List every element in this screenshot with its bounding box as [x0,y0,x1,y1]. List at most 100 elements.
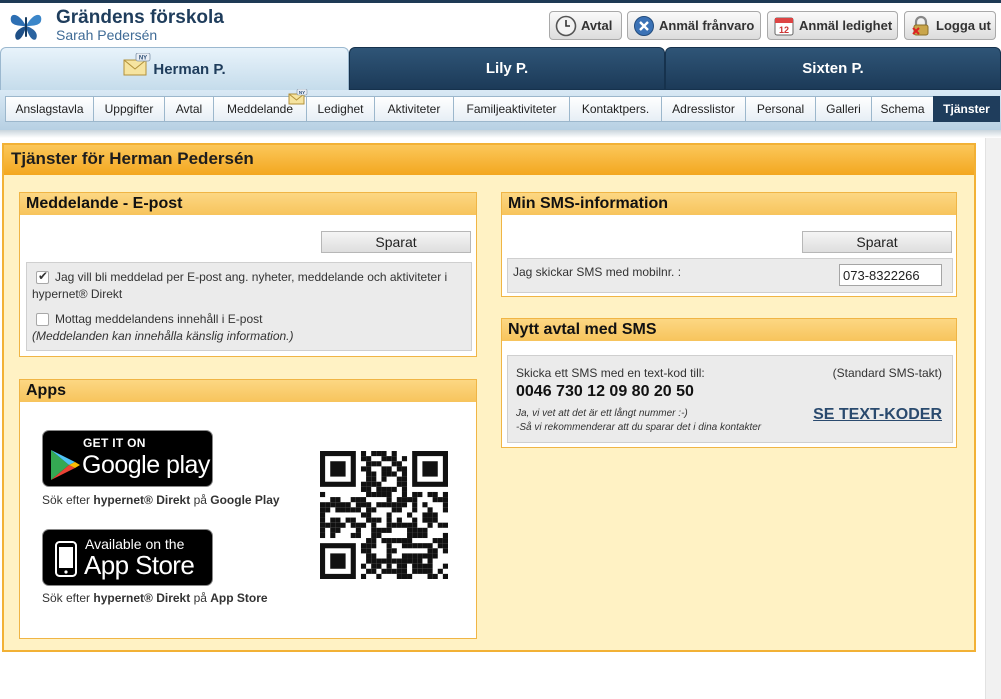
qr-module [355,527,361,533]
new-mail-icon: NY [123,53,151,76]
qr-module [371,543,377,549]
sms-phone-input[interactable] [839,264,942,286]
qr-module [376,502,382,508]
nav-schema[interactable]: Schema [871,96,933,122]
services-panel-header: Tjänster för Herman Pedersén [4,145,974,175]
anmal-franvaro-button[interactable]: Anmäl frånvaro [627,11,761,40]
qr-module [386,456,392,462]
child-tab-sixten[interactable]: Sixten P. [665,47,1001,90]
child-tab-herman[interactable]: NY Herman P. [0,47,349,90]
anmal-ledighet-label: Anmäl ledighet [799,18,893,33]
qr-module [345,502,351,508]
subnav: Anslagstavla Uppgifter Avtal Meddelande … [5,89,1000,122]
nav-personal[interactable]: Personal [745,96,815,122]
qr-module [355,507,361,513]
qr-module [396,522,402,528]
sms-info-header: Min SMS-information [502,193,956,215]
email-settings-box: Meddelande - E-post Sparat Jag vill bli … [19,192,477,357]
nav-meddelande[interactable]: Meddelande NY [213,89,308,122]
app-store-caption: Sök efter hypernet® Direkt på App Store [42,591,268,605]
qr-module [401,502,408,508]
qr-module [437,522,443,528]
nav-uppgifter[interactable]: Uppgifter [93,96,164,122]
qr-module [432,538,438,544]
qr-module [381,491,387,498]
qr-module [320,502,326,508]
qr-module [391,522,397,528]
qr-module [386,538,392,544]
qr-module [376,491,382,498]
qr-module [422,512,428,518]
new-badge: NY [139,56,147,62]
avtal-button[interactable]: Avtal [549,11,622,40]
qr-module [407,553,413,559]
qr-module [360,512,367,518]
qr-module [401,497,408,503]
logga-ut-button[interactable]: Logga ut [904,11,996,40]
services-panel: Tjänster för Herman Pedersén Meddelande … [2,143,976,652]
qr-module [396,481,402,487]
caption-text: på [190,493,211,507]
nav-avtal[interactable]: Avtal [164,96,213,122]
nav-adresslistor[interactable]: Adresslistor [661,96,745,122]
qr-module [371,471,377,477]
qr-module [335,517,341,523]
qr-module [401,553,408,559]
nav-tjanster[interactable]: Tjänster [933,96,1000,122]
qr-module [401,476,408,482]
clock-icon [555,15,577,36]
google-play-caption: Sök efter hypernet® Direkt på Google Pla… [42,493,280,507]
qr-module [360,497,367,503]
qr-module [360,456,367,462]
vertical-scrollbar[interactable] [985,138,1001,699]
sms-note-1: Ja, vi vet att det är ett långt nummer :… [516,408,688,419]
new-mail-icon: NY [288,89,308,105]
google-play-big: Google play [82,451,210,479]
qr-module [320,522,326,528]
qr-module [371,568,377,574]
qr-module [371,522,377,528]
anmal-ledighet-button[interactable]: 12 Anmäl ledighet [767,11,898,40]
qr-module [412,497,418,503]
qr-module [401,456,408,462]
nav-aktiviteter[interactable]: Aktiviteter [374,96,453,122]
nav-galleri[interactable]: Galleri [815,96,871,122]
qr-module [366,538,372,544]
qr-module [417,553,423,559]
nav-familjeaktiviteter[interactable]: Familjeaktiviteter [453,96,569,122]
nav-ledighet[interactable]: Ledighet [306,96,374,122]
nav-meddelande-label: Meddelande [226,102,294,116]
nav-kontaktpers[interactable]: Kontaktpers. [569,96,661,122]
qr-module [330,502,336,508]
qr-module [396,476,402,482]
qr-module [371,461,377,467]
email-content-checkbox[interactable] [36,313,49,326]
qr-module [371,507,377,513]
qr-module [376,573,382,579]
calendar-icon: 12 [774,17,794,35]
nav-shadow [0,130,1001,138]
qr-module [412,517,418,523]
qr-module [401,538,408,544]
qr-module [335,527,341,533]
qr-module [442,573,448,579]
qr-module [325,522,331,528]
qr-module [401,558,408,564]
qr-module [391,558,397,564]
app-store-badge[interactable]: Available on the App Store [42,529,213,586]
child-tab-label: Herman P. [153,60,226,78]
qr-module [355,522,361,528]
text-codes-link[interactable]: SE TEXT-KODER [813,406,942,424]
sms-save-button[interactable]: Sparat [802,231,952,253]
caption-text: på [190,591,211,605]
email-save-button[interactable]: Sparat [321,231,471,253]
qr-module [396,517,402,523]
qr-module [381,486,387,492]
qr-module [366,471,372,477]
child-tab-lily[interactable]: Lily P. [349,47,665,90]
qr-module [386,486,392,492]
nav-anslagstavla[interactable]: Anslagstavla [5,96,93,122]
qr-module [386,466,392,472]
google-play-badge[interactable]: GET IT ON Google play [42,430,213,487]
qr-module [401,573,408,579]
